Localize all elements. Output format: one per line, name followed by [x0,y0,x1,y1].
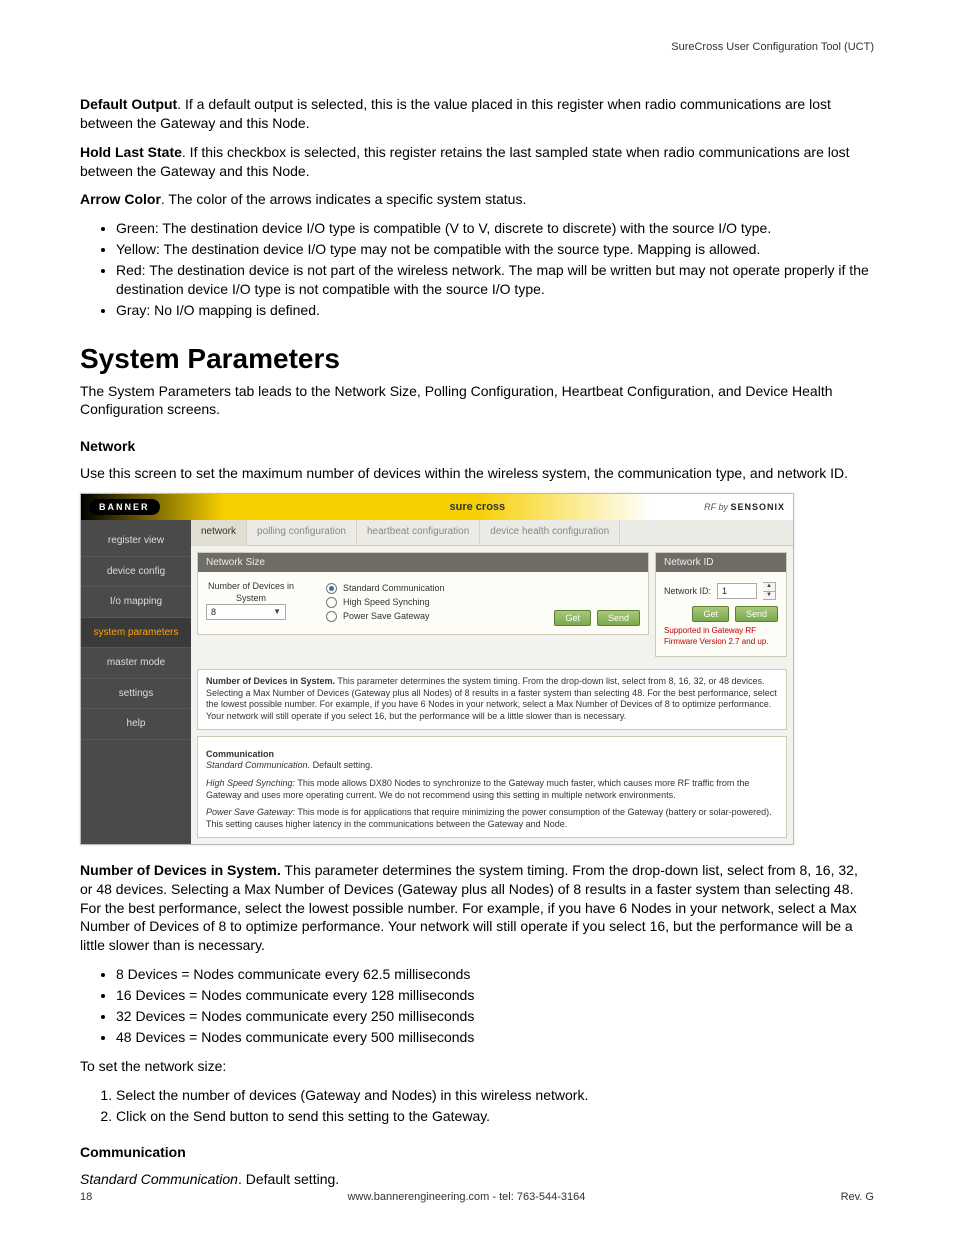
arrow-color-list: Green: The destination device I/O type i… [80,219,874,319]
text: . The color of the arrows indicates a sp… [161,191,526,207]
list-item: Select the number of devices (Gateway an… [116,1086,874,1105]
numdev-label: Number of Devices in System [206,580,296,604]
page-number: 18 [80,1190,92,1205]
list-item: Yellow: The destination device I/O type … [116,240,874,259]
tab-heartbeat-configuration[interactable]: heartbeat configuration [357,520,480,545]
app-titlebar: BANNER sure cross RF by SENSONIX [81,494,793,520]
list-item: 32 Devices = Nodes communicate every 250… [116,1007,874,1026]
text-bold: Number of Devices in System. [206,676,335,686]
rf-by-label: RF by SENSONIX [704,501,785,513]
helpbox-communication: Communication Standard Communication. De… [197,736,787,838]
panel-network-id: Network ID Network ID: 1 ▲▼ Get Send [655,552,787,657]
term-numdev: Number of Devices in System. [80,862,281,878]
panel-network-size: Network Size Number of Devices in System… [197,552,649,636]
subhead-network: Network [80,437,874,456]
radio-power-save-gateway[interactable] [326,611,337,622]
radio-standard-communication[interactable] [326,583,337,594]
radio-high-speed-synching[interactable] [326,597,337,608]
text: . If a default output is selected, this … [80,96,831,131]
send-button[interactable]: Send [597,610,640,626]
network-intro: Use this screen to set the maximum numbe… [80,464,874,483]
helpbox-numdev: Number of Devices in System. This parame… [197,669,787,730]
radio-label: Power Save Gateway [343,610,430,622]
text: . If this checkbox is selected, this reg… [80,144,850,179]
list-item: 48 Devices = Nodes communicate every 500… [116,1028,874,1047]
footer-center: www.bannerengineering.com - tel: 763-544… [347,1190,585,1205]
para-hold-last-state: Hold Last State. If this checkbox is sel… [80,143,874,181]
panel-title: Network Size [198,553,648,573]
send-button[interactable]: Send [735,606,778,622]
sidebar-item-system-parameters[interactable]: system parameters [81,618,191,649]
tab-device-health-configuration[interactable]: device health configuration [480,520,620,545]
sidebar-item-master-mode[interactable]: master mode [81,648,191,679]
get-button[interactable]: Get [692,606,729,622]
chevron-down-icon: ▼ [763,592,775,600]
device-timing-list: 8 Devices = Nodes communicate every 62.5… [80,965,874,1047]
numdev-value: 8 [211,606,216,618]
term-standard-communication: Standard Communication [80,1171,238,1187]
help-heading: Communication [206,749,778,761]
firmware-note: Supported in Gateway RF Firmware Version… [664,626,778,648]
spinner[interactable]: ▲▼ [763,582,776,600]
list-item: Red: The destination device is not part … [116,261,874,299]
sp-intro: The System Parameters tab leads to the N… [80,382,874,420]
networkid-input[interactable]: 1 [717,583,757,599]
list-item: 16 Devices = Nodes communicate every 128… [116,986,874,1005]
numdev-select[interactable]: 8 ▼ [206,604,286,620]
set-steps: Select the number of devices (Gateway an… [80,1086,874,1126]
text: . Default setting. [238,1171,339,1187]
list-item: Green: The destination device I/O type i… [116,219,874,238]
radio-label: Standard Communication [343,582,445,594]
sensonix-logo: SENSONIX [730,502,785,512]
text-italic: Power Save Gateway: [206,807,295,817]
text: RF by [704,502,730,512]
sidebar-item-help[interactable]: help [81,709,191,740]
set-intro: To set the network size: [80,1057,874,1076]
banner-logo: BANNER [89,499,160,515]
para-std-comm: Standard Communication. Default setting. [80,1170,874,1189]
list-item: 8 Devices = Nodes communicate every 62.5… [116,965,874,984]
sidebar-item-settings[interactable]: settings [81,679,191,710]
para-arrow-color: Arrow Color. The color of the arrows ind… [80,190,874,209]
term-arrow-color: Arrow Color [80,191,161,207]
text-italic: High Speed Synching: [206,778,295,788]
page-footer: 18 www.bannerengineering.com - tel: 763-… [80,1190,874,1205]
surecross-logo: sure cross [450,500,506,515]
revision: Rev. G [841,1190,874,1205]
chevron-up-icon: ▲ [763,583,775,592]
get-button[interactable]: Get [554,610,591,626]
sidebar-item-device-config[interactable]: device config [81,557,191,588]
sidebar-item-io-mapping[interactable]: I/o mapping [81,587,191,618]
doc-header: SureCross User Configuration Tool (UCT) [80,40,874,55]
tabbar: network polling configuration heartbeat … [191,520,793,546]
para-numdev: Number of Devices in System. This parame… [80,861,874,955]
sidebar: register view device config I/o mapping … [81,520,191,844]
text: Default setting. [310,760,373,770]
subhead-communication: Communication [80,1143,874,1162]
list-item: Click on the Send button to send this se… [116,1107,874,1126]
tab-polling-configuration[interactable]: polling configuration [247,520,357,545]
panel-title: Network ID [656,553,786,573]
sidebar-item-register-view[interactable]: register view [81,526,191,557]
term-default-output: Default Output [80,96,177,112]
list-item: Gray: No I/O mapping is defined. [116,301,874,320]
para-default-output: Default Output. If a default output is s… [80,95,874,133]
term-hold-last-state: Hold Last State [80,144,182,160]
heading-system-parameters: System Parameters [80,340,874,378]
networkid-label: Network ID: [664,585,711,597]
radio-label: High Speed Synching [343,596,430,608]
app-screenshot: BANNER sure cross RF by SENSONIX registe… [80,493,794,845]
text-italic: Standard Communication. [206,760,310,770]
tab-network[interactable]: network [191,520,247,546]
chevron-down-icon: ▼ [273,607,281,618]
